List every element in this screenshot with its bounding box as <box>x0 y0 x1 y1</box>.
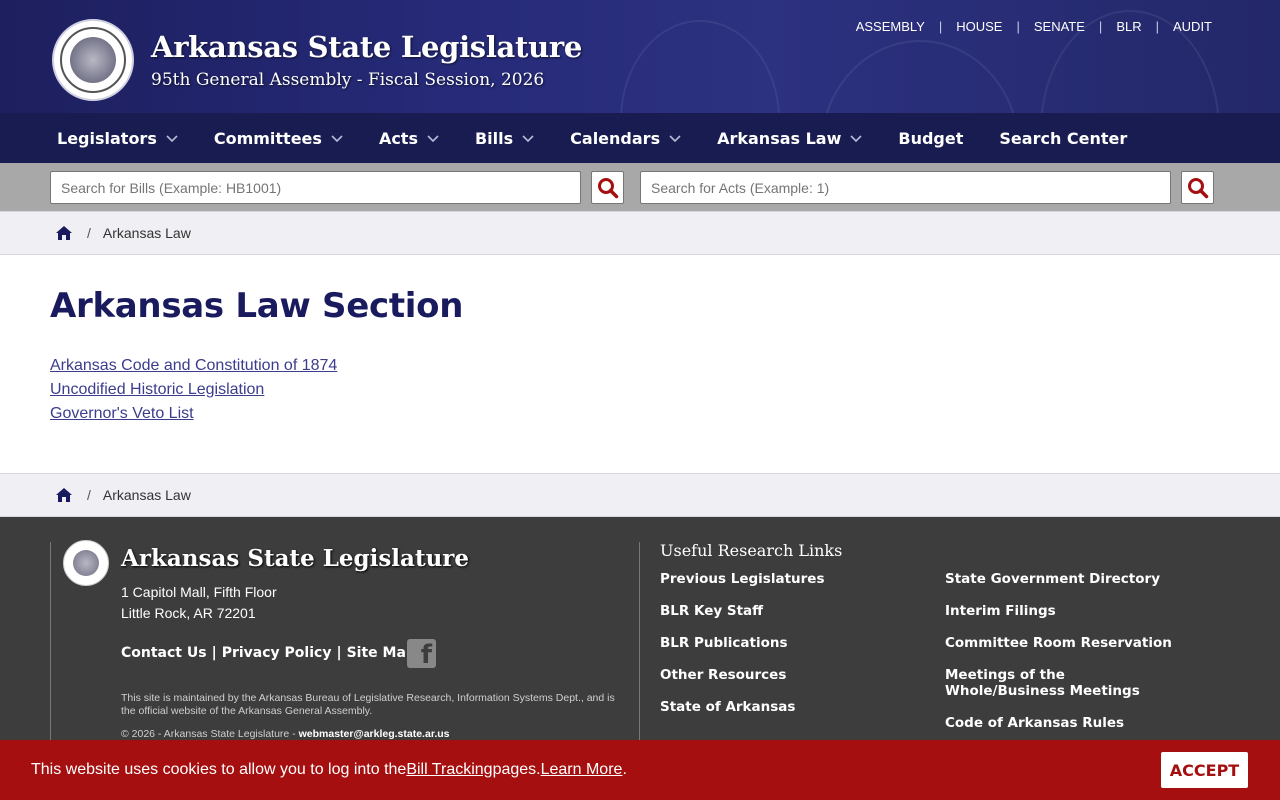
site-header: Arkansas State Legislature 95th General … <box>0 0 1280 113</box>
bill-tracking-link[interactable]: Bill Tracking <box>406 761 492 779</box>
top-link-senate[interactable]: SENATE <box>1034 19 1085 34</box>
nav-calendars[interactable]: Calendars <box>570 129 681 148</box>
act-search-button[interactable] <box>1181 171 1214 204</box>
maintenance-note: This site is maintained by the Arkansas … <box>121 692 615 717</box>
link-other-resources[interactable]: Other Resources <box>660 667 900 683</box>
contact-us-link[interactable]: Contact Us <box>121 645 207 661</box>
footer-address: 1 Capitol Mall, Fifth Floor Little Rock,… <box>121 582 277 624</box>
footer-seal-logo <box>63 540 109 586</box>
link-uncodified-legislation[interactable]: Uncodified Historic Legislation <box>50 378 337 402</box>
link-veto-list[interactable]: Governor's Veto List <box>50 402 337 426</box>
nav-label: Budget <box>898 128 964 148</box>
accept-cookies-button[interactable]: ACCEPT <box>1161 752 1248 788</box>
search-icon <box>1187 177 1208 198</box>
link-state-of-arkansas[interactable]: State of Arkansas <box>660 699 900 715</box>
main-nav: Legislators Committees Acts Bills Calend… <box>0 113 1280 163</box>
law-links: Arkansas Code and Constitution of 1874 U… <box>50 354 337 426</box>
nav-bills[interactable]: Bills <box>475 129 534 148</box>
search-bar <box>0 163 1280 212</box>
top-link-audit[interactable]: AUDIT <box>1173 19 1212 34</box>
nav-budget[interactable]: Budget <box>898 129 963 148</box>
nav-legislators[interactable]: Legislators <box>57 129 178 148</box>
page-title: Arkansas Law Section <box>50 286 464 326</box>
divider: | <box>211 645 217 661</box>
divider: | <box>1016 19 1020 34</box>
link-meetings-of-the-whole[interactable]: Meetings of the Whole/Business Meetings <box>945 667 1185 699</box>
chevron-down-icon <box>522 135 534 143</box>
useful-links-title: Useful Research Links <box>660 541 843 560</box>
chevron-down-icon <box>427 135 439 143</box>
privacy-policy-link[interactable]: Privacy Policy <box>222 645 332 661</box>
breadcrumb-bottom: / Arkansas Law <box>0 473 1280 517</box>
address-line: Little Rock, AR 72201 <box>121 605 256 621</box>
nav-arkansas-law[interactable]: Arkansas Law <box>717 129 862 148</box>
webmaster-email-link[interactable]: webmaster@arkleg.state.ar.us <box>299 728 450 740</box>
act-search-input[interactable] <box>640 171 1171 204</box>
useful-links-column-2: State Government Directory Interim Filin… <box>945 571 1185 747</box>
home-icon[interactable] <box>55 225 73 241</box>
chevron-down-icon <box>331 135 343 143</box>
chevron-down-icon <box>850 135 862 143</box>
address-line: 1 Capitol Mall, Fifth Floor <box>121 584 277 600</box>
bill-search-input[interactable] <box>50 171 581 204</box>
link-state-government-directory[interactable]: State Government Directory <box>945 571 1185 587</box>
background-arch <box>620 20 780 113</box>
link-blr-publications[interactable]: BLR Publications <box>660 635 900 651</box>
breadcrumb-current: Arkansas Law <box>102 225 191 241</box>
footer-links: Contact Us | Privacy Policy | Site Map <box>121 645 416 661</box>
background-arch <box>820 40 1020 113</box>
top-link-house[interactable]: HOUSE <box>956 19 1002 34</box>
divider: | <box>336 645 342 661</box>
breadcrumb: / Arkansas Law <box>0 211 1280 255</box>
chevron-down-icon <box>669 135 681 143</box>
nav-label: Search Center <box>999 128 1128 148</box>
nav-label: Arkansas Law <box>717 128 842 148</box>
nav-label: Committees <box>213 128 322 148</box>
top-link-assembly[interactable]: ASSEMBLY <box>856 19 925 34</box>
cookie-banner: This website uses cookies to allow you t… <box>0 740 1280 800</box>
footer-info: Arkansas State Legislature 1 Capitol Mal… <box>50 540 640 772</box>
search-icon <box>597 177 618 198</box>
nav-label: Acts <box>378 128 418 148</box>
home-icon[interactable] <box>55 487 73 503</box>
useful-links-column-1: Previous Legislatures BLR Key Staff BLR … <box>660 571 900 731</box>
site-title[interactable]: Arkansas State Legislature <box>151 30 582 64</box>
state-seal-logo[interactable] <box>52 19 134 101</box>
site-map-link[interactable]: Site Map <box>347 645 416 661</box>
top-link-blr[interactable]: BLR <box>1116 19 1141 34</box>
link-committee-room-reservation[interactable]: Committee Room Reservation <box>945 635 1185 651</box>
seal-center <box>73 550 99 576</box>
seal-center <box>70 37 116 83</box>
link-interim-filings[interactable]: Interim Filings <box>945 603 1185 619</box>
facebook-icon[interactable]: f <box>407 639 436 668</box>
cookie-text: . <box>622 761 627 778</box>
divider: | <box>1098 19 1103 34</box>
copyright: © 2026 - Arkansas State Legislature - we… <box>121 728 450 740</box>
copyright-text: © 2026 - Arkansas State Legislature - <box>121 728 299 740</box>
nav-search-center[interactable]: Search Center <box>999 129 1127 148</box>
footer-title: Arkansas State Legislature <box>121 545 470 572</box>
nav-committees[interactable]: Committees <box>214 129 343 148</box>
chevron-down-icon <box>166 135 178 143</box>
breadcrumb-current: Arkansas Law <box>102 487 191 503</box>
site-subtitle: 95th General Assembly - Fiscal Session, … <box>151 70 545 90</box>
link-blr-key-staff[interactable]: BLR Key Staff <box>660 603 900 619</box>
nav-acts[interactable]: Acts <box>379 129 439 148</box>
bill-search-button[interactable] <box>591 171 624 204</box>
cookie-text: pages. <box>492 761 541 778</box>
cookie-text: This website uses cookies to allow you t… <box>31 761 407 778</box>
breadcrumb-separator: / <box>87 487 91 503</box>
nav-label: Bills <box>474 128 514 148</box>
breadcrumb-separator: / <box>87 225 91 241</box>
nav-label: Legislators <box>57 128 157 148</box>
top-links: ASSEMBLY | HOUSE | SENATE | BLR | AUDIT <box>856 19 1212 34</box>
link-code-of-arkansas-rules[interactable]: Code of Arkansas Rules <box>945 715 1185 731</box>
learn-more-link[interactable]: Learn More <box>541 761 623 779</box>
divider: | <box>1155 19 1159 34</box>
divider: | <box>938 19 943 34</box>
nav-label: Calendars <box>570 128 661 148</box>
link-previous-legislatures[interactable]: Previous Legislatures <box>660 571 900 587</box>
link-arkansas-code[interactable]: Arkansas Code and Constitution of 1874 <box>50 354 337 378</box>
